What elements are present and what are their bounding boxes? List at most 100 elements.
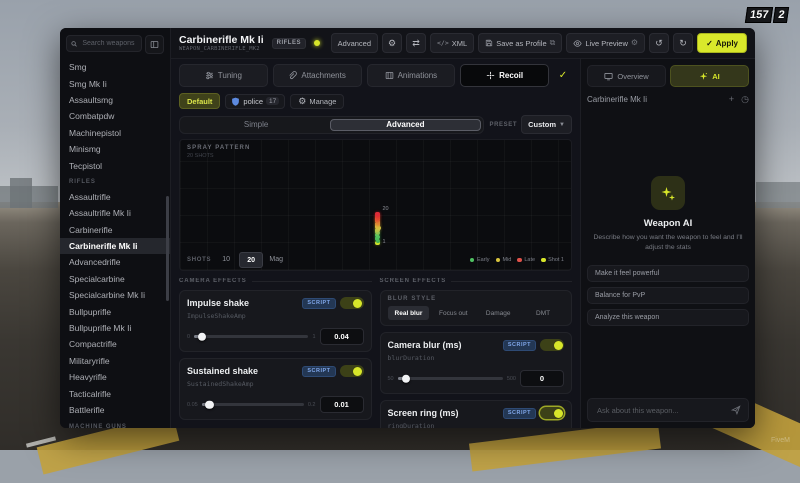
- tab-ai[interactable]: AI: [670, 65, 749, 87]
- sidebar-item-machinepistol[interactable]: Machinepistol: [60, 125, 170, 141]
- redo-icon: ↻: [679, 37, 687, 48]
- live-preview-button[interactable]: Live Preview ⚙: [566, 33, 646, 53]
- shots-option-mag[interactable]: Mag: [265, 252, 287, 266]
- advanced-mode-button[interactable]: Advanced: [330, 33, 379, 53]
- xml-button[interactable]: </> XML: [430, 33, 475, 53]
- shuffle-icon: ⇄: [412, 37, 420, 48]
- sidebar-item-carbinerifle[interactable]: Carbinerifle: [60, 222, 170, 238]
- camera-blur-toggle[interactable]: [540, 339, 564, 351]
- redo-button[interactable]: ↻: [673, 33, 694, 53]
- sidebar-item-battlerifle[interactable]: Battlerifle: [60, 402, 170, 418]
- spray-top-label: 20: [382, 206, 389, 212]
- send-icon[interactable]: [731, 405, 741, 415]
- check-icon: ✓: [706, 38, 713, 48]
- tab-animations[interactable]: Animations: [366, 64, 456, 87]
- slider-handle[interactable]: [197, 332, 207, 341]
- sidebar-item-advancedrifle[interactable]: Advancedrifle: [60, 254, 170, 270]
- sidebar-item-tacticalrifle[interactable]: Tacticalrifle: [60, 385, 170, 401]
- screen-effects-header: SCREEN EFFECTS: [380, 278, 573, 284]
- ai-question-input[interactable]: [595, 404, 727, 416]
- slider-handle[interactable]: [401, 374, 411, 383]
- sidebar-item-tecpistol[interactable]: Tecpistol: [60, 157, 170, 173]
- blur-style-focus-out[interactable]: Focus out: [432, 306, 474, 320]
- sidebar-item-specialcarbine[interactable]: Specialcarbine: [60, 271, 170, 287]
- sidebar-item-carbinerifle-mk-ii[interactable]: Carbinerifle Mk Ii: [60, 237, 170, 255]
- camera-blur-slider[interactable]: [397, 374, 503, 383]
- sidebar-item-minismg[interactable]: Minismg: [60, 141, 170, 157]
- sidebar-item-smg[interactable]: Smg: [60, 59, 170, 75]
- tab-overview[interactable]: Overview: [587, 65, 666, 87]
- search-input-wrap[interactable]: [66, 35, 142, 52]
- monitor-icon: [604, 72, 613, 80]
- sidebar-item-militaryrifle[interactable]: Militaryrifle: [60, 353, 170, 369]
- recoil-valid-check-icon: ✓: [558, 70, 568, 81]
- impulse-shake-slider[interactable]: [194, 332, 309, 341]
- shield-icon: [232, 97, 240, 106]
- tab-recoil[interactable]: Recoil: [460, 64, 549, 87]
- sustained-shake-toggle[interactable]: [339, 365, 364, 377]
- camera-blur-value[interactable]: 0: [520, 370, 564, 387]
- copy-icon: ⧉: [549, 38, 556, 47]
- weapon-title-block: Carbinerifle Mk Ii WEAPON_CARBINERIFLE_M…: [179, 34, 264, 52]
- script-badge: SCRIPT: [502, 407, 536, 419]
- manage-profiles-button[interactable]: ⚙ Manage: [290, 93, 345, 109]
- slider-handle[interactable]: [205, 400, 214, 409]
- preset-dropdown[interactable]: Custom ▼: [521, 115, 572, 134]
- impulse-shake-toggle[interactable]: [339, 297, 364, 309]
- sidebar-item-specialcarbine-mk-ii[interactable]: Specialcarbine Mk Ii: [60, 287, 170, 303]
- sidebar-item-bullpuprifle-mk-ii[interactable]: Bullpuprifle Mk Ii: [60, 320, 170, 336]
- sidebar-item-smg-mk-ii[interactable]: Smg Mk Ii: [60, 75, 170, 91]
- sustained-shake-value[interactable]: 0.01: [319, 396, 364, 413]
- slider-max: 0.2: [307, 401, 316, 408]
- collapse-sidebar-button[interactable]: [145, 35, 164, 54]
- sidebar-item-heavyrifle[interactable]: Heavyrifle: [60, 369, 170, 385]
- screen-ring-toggle[interactable]: [540, 407, 564, 419]
- profile-default-badge[interactable]: Default: [179, 93, 221, 109]
- category-badge: RIFLES: [271, 37, 306, 49]
- attachment-icon: [288, 71, 298, 80]
- search-icon: [71, 40, 77, 47]
- search-input[interactable]: [80, 39, 137, 48]
- ai-suggestion-balance-for-pvp[interactable]: Balance for PvP: [587, 287, 749, 305]
- shots-option-20[interactable]: 20: [239, 252, 264, 268]
- save-profile-button[interactable]: Save as Profile ⧉: [478, 33, 563, 53]
- sidebar-item-combatpdw[interactable]: Combatpdw: [60, 108, 170, 124]
- sustained-shake-slider[interactable]: [201, 400, 304, 409]
- ai-suggestion-make-it-feel-powerful[interactable]: Make it feel powerful: [587, 265, 749, 283]
- tab-tuning[interactable]: Tuning: [179, 64, 268, 87]
- status-dot: [313, 40, 320, 46]
- mode-advanced[interactable]: Advanced: [330, 118, 481, 131]
- profile-police-badge[interactable]: police 17: [225, 93, 286, 109]
- sidebar-item-bullpuprifle[interactable]: Bullpuprifle: [60, 303, 170, 319]
- sidebar-item-assaultsmg[interactable]: Assaultsmg: [60, 92, 170, 108]
- chart-title: SPRAY PATTERN: [187, 145, 251, 151]
- settings-button[interactable]: ⚙: [382, 33, 403, 53]
- blur-style-real-blur[interactable]: Real blur: [387, 306, 430, 320]
- randomize-button[interactable]: ⇄: [406, 33, 427, 53]
- history-icon[interactable]: ◷: [741, 95, 749, 104]
- blur-style-dmt[interactable]: DMT: [522, 306, 564, 320]
- ai-input-row[interactable]: [587, 398, 749, 422]
- blur-style-damage[interactable]: Damage: [477, 306, 519, 320]
- tab-attachments[interactable]: Attachments: [272, 64, 362, 87]
- slider-min: 0.05: [187, 401, 198, 408]
- sidebar-item-assaultrifle-mk-ii[interactable]: Assaultrifle Mk Ii: [60, 205, 170, 221]
- slider-min: 50: [387, 375, 394, 382]
- shots-option-10[interactable]: 10: [215, 252, 237, 266]
- undo-icon: ↺: [655, 37, 663, 48]
- screen-ring-card: Screen ring (ms) SCRIPT ringDuration: [379, 400, 572, 428]
- legend-dot: [469, 257, 475, 263]
- impulse-shake-value[interactable]: 0.04: [319, 328, 364, 345]
- apply-button[interactable]: ✓ Apply: [697, 33, 747, 53]
- sidebar-item-compactrifle[interactable]: Compactrifle: [60, 336, 170, 352]
- card-title: Camera blur (ms): [387, 340, 462, 350]
- sidebar-item-assaultrifle[interactable]: Assaultrifle: [60, 189, 170, 205]
- legend-item: Late: [517, 257, 535, 263]
- undo-button[interactable]: ↺: [649, 33, 670, 53]
- new-chat-button[interactable]: +: [729, 95, 734, 104]
- sidebar-scrollbar[interactable]: [166, 196, 169, 301]
- blur-style-box: BLUR STYLE Real blur Focus out Damage DMT: [379, 290, 572, 326]
- mode-simple[interactable]: Simple: [182, 119, 330, 131]
- ai-suggestion-analyze-this-weapon[interactable]: Analyze this weapon: [587, 309, 749, 327]
- profile-count-chip: 17: [266, 97, 280, 105]
